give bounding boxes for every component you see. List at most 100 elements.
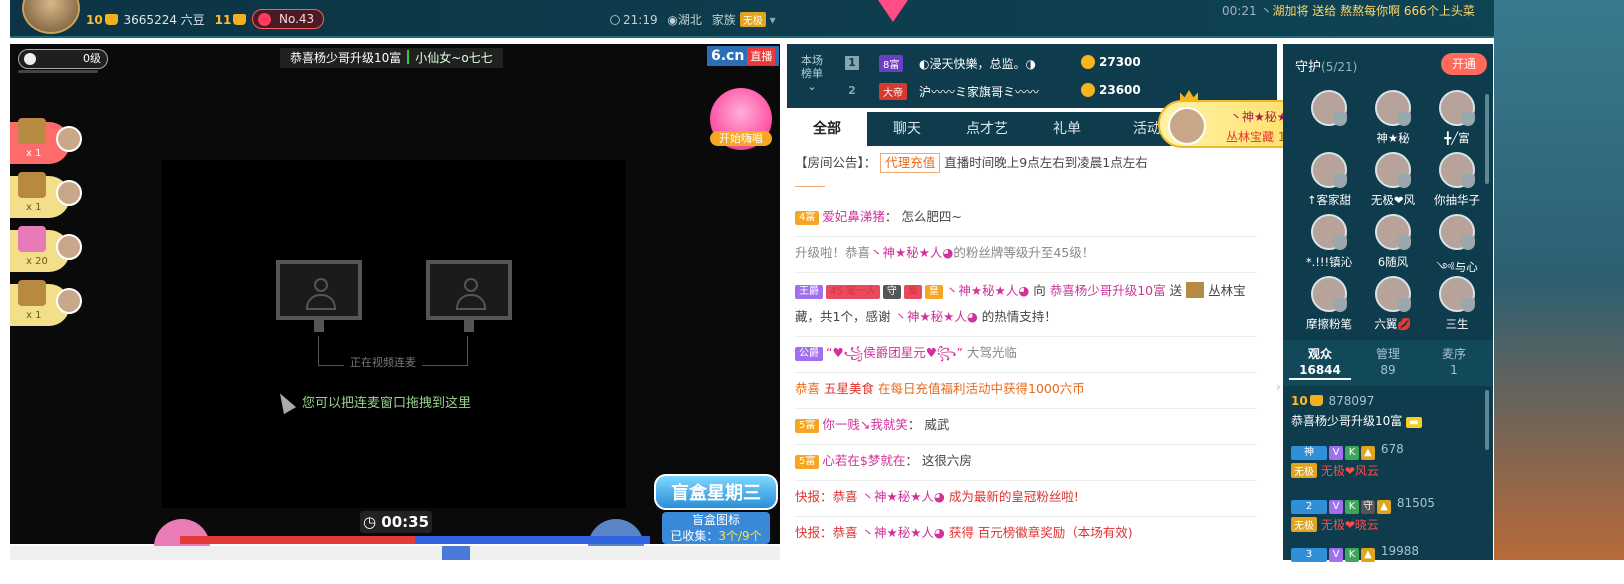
chat-user[interactable]: 心若在$梦就在 [822, 453, 905, 468]
chat-user[interactable]: 丶神★秘★人◕ [870, 245, 953, 260]
rank-score: 27300 [1099, 55, 1141, 69]
tab-chat[interactable]: 聊天 [867, 112, 947, 146]
chat-user[interactable]: 你一贱↘我就笑 [822, 417, 907, 432]
guard-item[interactable]: 六翼💋 [1363, 276, 1419, 336]
vip-icon: V [1329, 500, 1343, 514]
user-level-pill[interactable]: 0级 [18, 49, 108, 69]
chat-message: 5富 心若在$梦就在： 这很六房 [795, 448, 1265, 474]
guard-item[interactable]: ༺与心 [1427, 214, 1483, 274]
tab-admin[interactable]: 管理 89 [1357, 346, 1419, 378]
ranking-label[interactable]: 本场 榜单 ⌄ [795, 54, 829, 93]
guard-item[interactable]: 6随风 [1363, 214, 1419, 274]
guard-name: 三生 [1445, 317, 1469, 331]
chat-message: 公爵 “♥꧁侯爵团星元♥꧂” 大驾光临 [795, 340, 1265, 366]
guard-item[interactable]: 神★秘 [1363, 90, 1419, 150]
viewer-name-row[interactable]: 无极 无极❤晓云 [1291, 516, 1481, 533]
vip-tag: 皇 [924, 285, 943, 299]
connect-stage[interactable]: 正在视频连麦 您可以把连麦窗口拖拽到这里 [162, 160, 626, 508]
rank-name: ◐浸天快樂，总监。◑ [919, 57, 1036, 71]
ranking-row[interactable]: 1 8富 ◐浸天快樂，总监。◑ 27300 [845, 52, 1275, 78]
chat-user[interactable]: 爱妃鼻涕猪 [822, 209, 885, 224]
chat-user[interactable]: 丶神★秘★人◕ [862, 525, 945, 540]
scrollbar[interactable] [1485, 390, 1489, 450]
fan-tag: 45 宠一人 [826, 285, 880, 299]
shield-icon [1461, 298, 1475, 312]
chat-text: 快报：恭喜 [795, 489, 858, 504]
guest-avatar-right[interactable] [588, 519, 644, 549]
open-guard-button[interactable]: 开通 [1441, 53, 1487, 75]
k-icon: K [1345, 548, 1359, 562]
guard-name: 无极❤风 [1370, 193, 1416, 207]
chat-user[interactable]: 丶神★秘★人◕ [894, 309, 977, 324]
gift-combo-item[interactable]: x 1 [10, 172, 82, 218]
start-sing-button[interactable]: 开始嗨唱 [710, 131, 772, 146]
tab-all[interactable]: 全部 [787, 112, 867, 146]
guard-item[interactable]: ╋╱富 [1427, 90, 1483, 150]
shield-icon [1333, 236, 1347, 250]
chat-user[interactable]: 丶神★秘★人◕ [862, 489, 945, 504]
wealth-tag: 5富 [795, 455, 820, 469]
chat-user[interactable]: 五星美食 [824, 381, 874, 396]
chat-user[interactable]: “♥꧁侯爵团星元♥꧂” [826, 345, 963, 360]
guard-item[interactable]: 无极❤风 [1363, 152, 1419, 212]
host-avatar[interactable] [22, 0, 80, 34]
chat-user[interactable]: 丶神★秘★人◕ [946, 283, 1029, 298]
cursor-icon [273, 389, 297, 415]
chat-message: 恭喜 五星美食 在每日充值福利活动中获得1000六币 [795, 376, 1265, 402]
tab-talent[interactable]: 点才艺 [947, 112, 1027, 146]
tab-gift-list[interactable]: 礼单 [1027, 112, 1107, 146]
site-logo[interactable]: 6.cn 直播 [707, 46, 780, 66]
family-badge[interactable]: 无极 [739, 12, 766, 27]
rank-badge[interactable]: No.43 [252, 9, 325, 29]
noble-icon: 2 [1291, 500, 1327, 514]
treasure-icon [18, 118, 46, 144]
noble-tag: 公爵 [795, 347, 823, 361]
tab-audience[interactable]: 观众 16844 [1289, 346, 1351, 380]
bean-count: 3665224 六豆 [123, 13, 205, 27]
viewer-name-row[interactable]: 恭喜杨少哥升级10富 ▬ [1291, 412, 1481, 429]
viewer-row[interactable]: 3 V K ▲ 19988 [1291, 544, 1481, 562]
noble-tag: 王爵 [795, 285, 823, 299]
viewer-level: 10 [1291, 394, 1308, 408]
person-body [456, 294, 486, 310]
chat-target[interactable]: 恭喜杨少哥升级10富 [1050, 283, 1166, 298]
guard-item[interactable]: ↑客家甜 [1299, 152, 1355, 212]
guard-item[interactable]: 摩擦粉笔 [1299, 276, 1355, 336]
background-art [1494, 0, 1624, 560]
guard-icon: 守 [1361, 500, 1375, 514]
viewer-row[interactable]: 2 V K 守 ▲ 81505 [1291, 496, 1481, 514]
chat-feed[interactable]: 【房间公告】： 代理充值 直播时间晚上9点左右到凌晨1点左右 4富 爱妃鼻涕猪： 怎么… [787, 146, 1277, 560]
gift-combo-item[interactable]: x 20 [10, 226, 82, 272]
monitor-icon [276, 260, 362, 332]
guard-item[interactable]: 三生 [1427, 276, 1483, 336]
divider [795, 272, 1257, 273]
noble-icon: 神 [1291, 446, 1327, 460]
host-avatar-left[interactable] [154, 519, 210, 549]
guard-name: 你抽华子 [1434, 193, 1480, 207]
blind-box-widget[interactable]: 盲盒星期三 盲盒图标 已收集：3个/9个 [646, 468, 786, 544]
chevron-down-icon[interactable]: ▾ [766, 13, 776, 27]
coin-icon [1081, 55, 1095, 69]
gift-combo-item[interactable]: x 1 [10, 280, 82, 326]
viewer-name-row[interactable]: 无极 无极❤风云 [1291, 462, 1481, 479]
video-area: 0级 恭喜杨少哥升级10富 小仙女~o七七 6.cn 直播 开始嗨唱 x 1 x 1… [10, 44, 780, 549]
gift-combo-item[interactable]: x 1 [10, 118, 82, 164]
tab-count: 89 [1380, 363, 1396, 377]
viewer-row[interactable]: 10 878097 [1291, 394, 1481, 408]
crown-icon [233, 14, 247, 25]
divider [795, 480, 1257, 481]
app-root: 10 3665224 六豆 11 No.43 21:19 ◉湖北 家族 无极 ▾ … [0, 0, 1624, 584]
rank-tag: 8富 [879, 55, 904, 72]
car-icon [18, 280, 46, 306]
guard-item[interactable] [1299, 90, 1355, 150]
rank-icon: ▲ [1377, 500, 1391, 514]
monitor-stand [314, 320, 324, 332]
guard-item[interactable]: 你抽华子 [1427, 152, 1483, 212]
viewer-row[interactable]: 神 V K ▲ 678 [1291, 442, 1481, 460]
shield-icon [1397, 236, 1411, 250]
guard-item[interactable]: *.!!!镇沁 [1299, 214, 1355, 274]
agent-recharge-button[interactable]: 代理充值 [880, 153, 941, 173]
tab-mic-queue[interactable]: 麦序 1 [1423, 346, 1485, 378]
collect-count: 3个/9个 [718, 529, 762, 543]
tab-label: 麦序 [1441, 347, 1466, 361]
